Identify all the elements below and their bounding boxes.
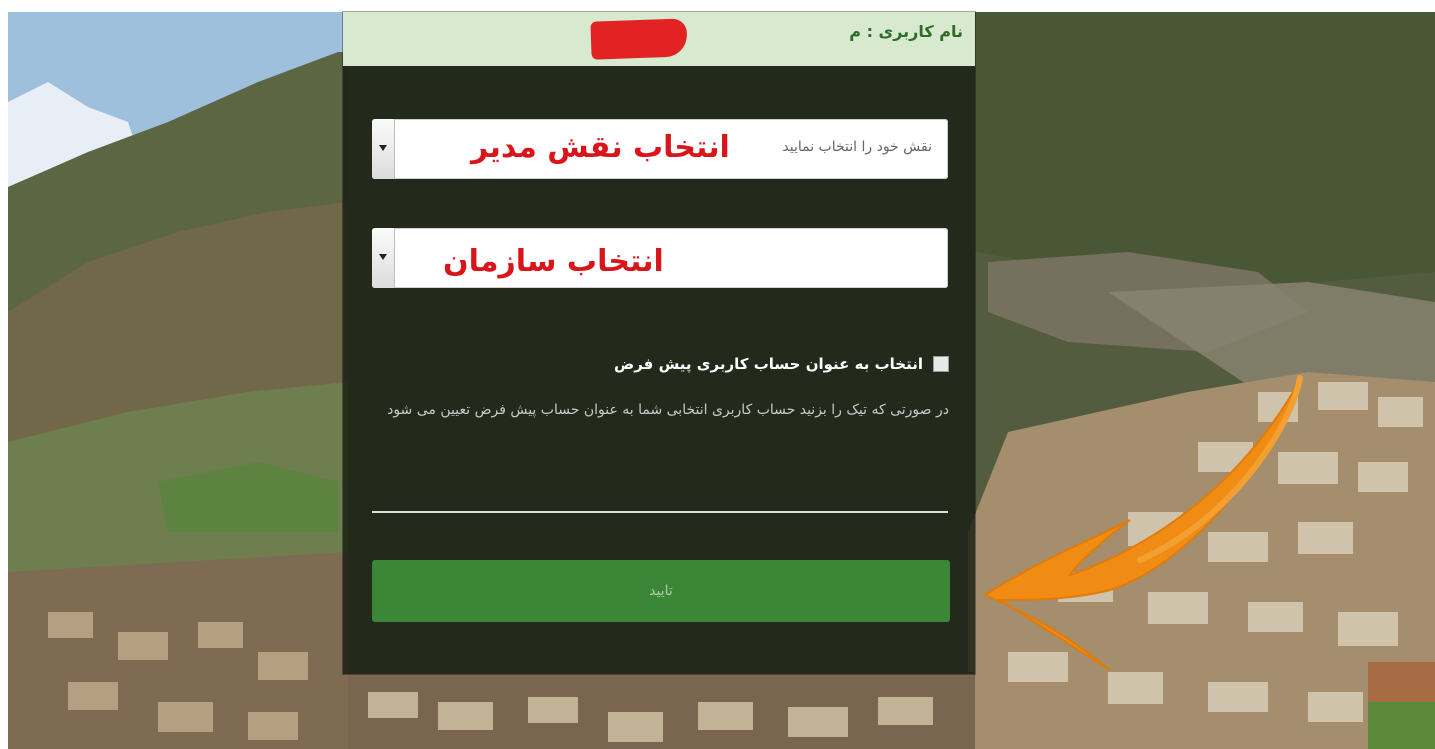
panel-header: نام کاربری : م <box>343 12 975 66</box>
default-account-row[interactable]: انتخاب به عنوان حساب کاربری پیش فرض <box>614 355 949 373</box>
chevron-down-icon[interactable] <box>372 119 395 179</box>
role-select-placeholder: نقش خود را انتخاب نمایید <box>782 139 932 155</box>
redaction-mark <box>590 18 688 60</box>
default-account-checkbox[interactable] <box>933 356 949 372</box>
chevron-down-icon[interactable] <box>372 228 395 288</box>
organization-annotation-label: انتخاب سازمان <box>443 244 664 279</box>
divider <box>372 511 948 513</box>
role-selection-panel: نام کاربری : م نقش خود را انتخاب نمایید … <box>343 12 975 674</box>
default-account-help: در صورتی که تیک را بزنید حساب کاربری انت… <box>387 402 949 418</box>
role-annotation-label: انتخاب نقش مدیر <box>471 130 730 165</box>
username-label: نام کاربری : م <box>849 22 963 41</box>
submit-button[interactable]: تایید <box>372 560 950 622</box>
default-account-label: انتخاب به عنوان حساب کاربری پیش فرض <box>614 355 923 373</box>
screen: نام کاربری : م نقش خود را انتخاب نمایید … <box>0 0 1435 749</box>
